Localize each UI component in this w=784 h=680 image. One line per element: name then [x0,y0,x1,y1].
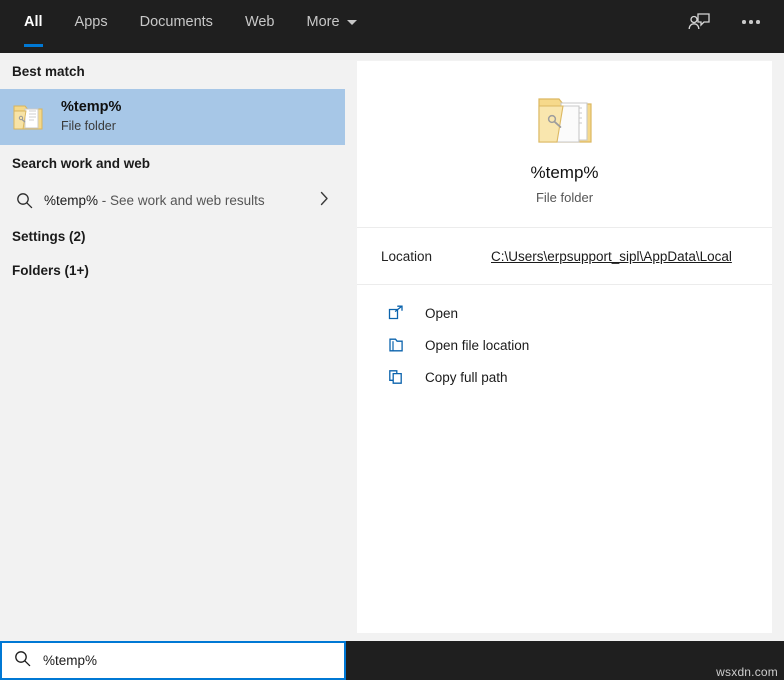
chevron-down-icon [346,19,357,25]
action-open-file-location-label: Open file location [425,337,530,353]
result-item-best-match[interactable]: %temp% File folder [0,89,345,145]
preview-location-row: Location C:\Users\erpsupport_sipl\AppDat… [357,228,772,284]
preview-hero: %temp% File folder [357,61,772,227]
action-open-label: Open [425,305,459,321]
open-window-icon [385,305,407,321]
tab-documents[interactable]: Documents [124,0,229,44]
group-heading-folders[interactable]: Folders (1+) [0,253,345,287]
tab-all[interactable]: All [8,0,59,47]
action-copy-full-path-label: Copy full path [425,369,508,385]
action-open[interactable]: Open [357,297,772,329]
preview-actions: Open Open file location Copy full path [357,285,772,393]
person-comment-icon [688,13,710,30]
web-result-label: %temp% - See work and web results [44,193,265,208]
preview-subtitle: File folder [535,190,594,205]
tab-all-label: All [24,14,43,30]
search-web-heading: Search work and web [12,155,151,171]
group-heading-settings[interactable]: Settings (2) [0,219,345,253]
tab-apps-label: Apps [74,14,108,30]
ellipsis-icon [742,20,760,24]
results-column: Best match %temp% File folder Search wor… [0,53,345,641]
best-match-heading: Best match [12,63,85,79]
preview-title: %temp% [530,163,599,182]
web-result-query: %temp% [44,192,99,208]
preview-pane: %temp% File folder Location C:\Users\erp… [357,61,772,633]
tab-web-label: Web [244,14,275,30]
location-label: Location [381,248,433,264]
folder-open-icon [385,337,407,353]
tab-apps[interactable]: Apps [59,0,124,44]
search-navbar: All Apps Documents Web More [0,0,784,53]
result-item-web-search[interactable]: %temp% - See work and web results [0,181,345,219]
search-body: Best match %temp% File folder Search wor… [0,53,784,641]
folder-icon [13,105,43,130]
best-match-subtitle: File folder [61,119,116,133]
windows-search-screen: All Apps Documents Web More Best match %… [0,0,784,680]
navbar-actions [682,0,784,44]
tab-more-label: More [306,14,340,30]
more-options-button[interactable] [734,5,768,39]
copy-pages-icon [385,369,407,385]
taskbar-search-box[interactable]: %temp% [0,641,346,680]
folder-with-documents-icon [537,98,592,143]
chevron-right-icon [320,191,333,209]
location-value-link[interactable]: C:\Users\erpsupport_sipl\AppData\Local [491,249,732,264]
search-icon [14,650,31,672]
web-result-suffix: - See work and web results [101,192,265,208]
tab-web[interactable]: Web [229,0,291,44]
search-filter-tabs: All Apps Documents Web More [0,0,373,53]
search-input[interactable]: %temp% [43,653,97,668]
action-open-file-location[interactable]: Open file location [357,329,772,361]
feedback-button[interactable] [682,5,716,39]
tab-documents-label: Documents [139,14,213,30]
search-icon [12,192,36,209]
watermark: wsxdn.com [716,665,778,679]
best-match-title: %temp% [61,99,122,115]
tab-more[interactable]: More [291,0,373,44]
action-copy-full-path[interactable]: Copy full path [357,361,772,393]
best-match-text: %temp% File folder [61,99,121,135]
